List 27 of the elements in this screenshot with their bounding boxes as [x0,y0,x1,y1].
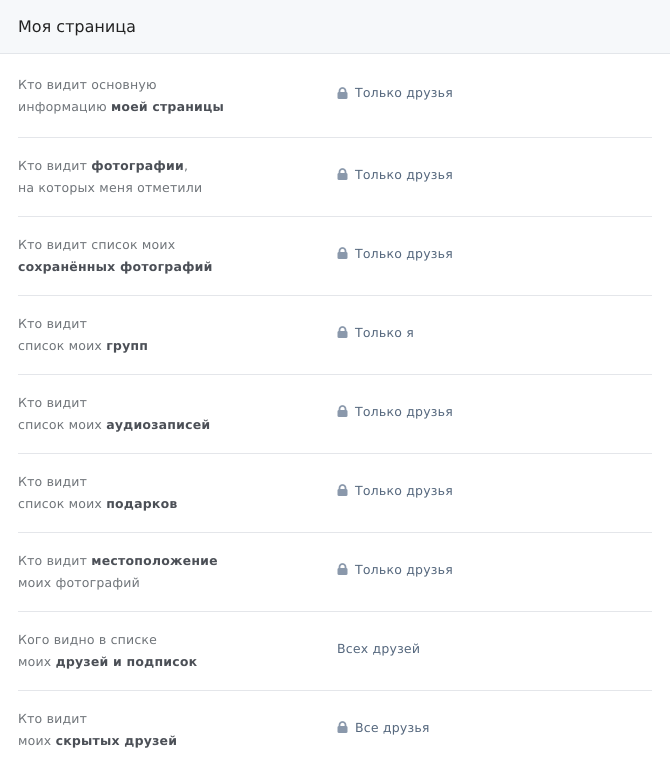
lock-icon [337,484,348,496]
lock-icon [337,326,348,338]
lock-icon [337,247,348,259]
setting-label: Кто видит список моих подарков [18,473,178,513]
privacy-dropdown-link[interactable]: Только я [337,324,414,340]
privacy-dropdown-link[interactable]: Только друзья [337,562,453,576]
page-title: Моя страница [18,17,136,36]
privacy-dropdown-link[interactable]: Только друзья [337,246,453,260]
privacy-dropdown-link[interactable]: Только друзья [337,482,453,498]
setting-label: Кто видит моих скрытых друзей [18,710,178,750]
setting-label: Кого видно в списке моих друзей и подписок [18,631,198,671]
privacy-dropdown-link[interactable]: Только друзья [337,404,453,418]
setting-label: Кто видит список моих сохранённых фотографий [18,236,214,276]
privacy-dropdown-link[interactable]: Всех друзей [337,640,420,656]
setting-label: Кто видит фотографии, на которых меня отметили [18,157,204,197]
setting-label: Кто видит список моих аудиозаписей [18,394,212,434]
privacy-dropdown-link[interactable]: Только друзья [337,85,453,100]
lock-icon [337,563,348,575]
setting-label: Кто видит список моих групп [18,315,150,355]
lock-icon [337,405,348,417]
lock-icon [337,168,348,180]
lock-icon [337,721,348,733]
lock-icon [337,86,348,98]
setting-label: Кто видит местоположение моих фотографий [18,552,219,592]
setting-label: Кто видит основную информацию моей страницы [18,76,225,116]
privacy-dropdown-link[interactable]: Все друзья [337,720,430,734]
privacy-dropdown-link[interactable]: Только друзья [337,166,453,182]
